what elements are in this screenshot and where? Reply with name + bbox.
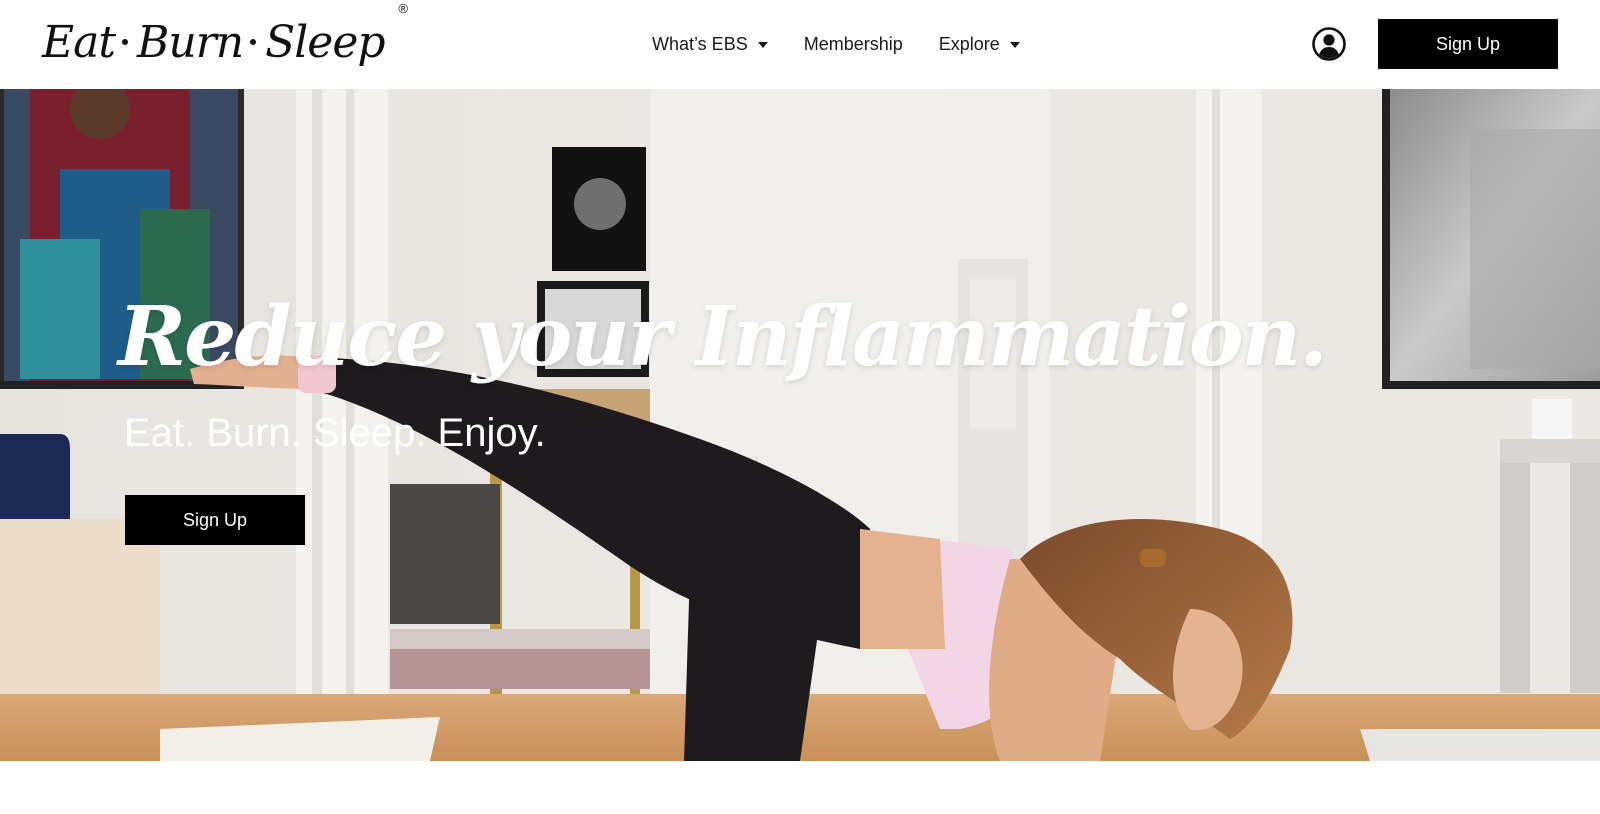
chevron-down-icon (1009, 41, 1020, 48)
registered-mark: ® (398, 1, 408, 16)
hero-title: Reduce your Inflammation. (118, 289, 1328, 385)
hero-signup-button[interactable]: Sign Up (125, 495, 305, 545)
hero-section: Reduce your Inflammation. Eat. Burn. Sle… (0, 89, 1600, 761)
main-nav: What’s EBS Membership Explore (652, 0, 1020, 89)
header-signup-button[interactable]: Sign Up (1378, 19, 1558, 69)
nav-item-label: Explore (938, 34, 1000, 54)
nav-item-label: Membership (803, 34, 903, 54)
logo-dot-icon (122, 38, 129, 45)
logo-word-burn: Burn (137, 17, 244, 68)
site-header: Eat Burn Sleep ® What’s EBS Membership Exp… (0, 0, 1600, 89)
nav-item-label: What’s EBS (652, 34, 748, 54)
hero-subtitle: Eat. Burn. Sleep. Enjoy. (124, 411, 546, 455)
nav-item-membership[interactable]: Membership (804, 34, 903, 55)
brand-logo[interactable]: Eat Burn Sleep ® (42, 2, 408, 74)
logo-word-eat: Eat (42, 17, 116, 68)
account-button[interactable] (1312, 27, 1346, 61)
logo-word-sleep: Sleep (265, 17, 385, 68)
chevron-down-icon (757, 41, 768, 48)
logo-dot-icon (250, 38, 257, 45)
nav-item-whats-ebs[interactable]: What’s EBS (652, 34, 768, 55)
nav-item-explore[interactable]: Explore (939, 34, 1020, 55)
user-circle-icon (1312, 27, 1346, 61)
